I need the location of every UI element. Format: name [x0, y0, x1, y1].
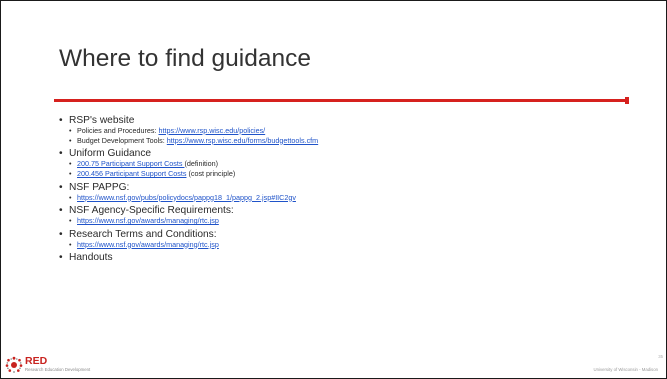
sub-bullet-item: Budget Development Tools: https://www.rs…	[59, 136, 629, 146]
sub-bullet-item: https://www.nsf.gov/awards/managing/rtc.…	[59, 216, 629, 226]
sub-bullet-label: Budget Development Tools:	[77, 135, 167, 145]
sub-bullet-note: (cost principle)	[186, 169, 236, 178]
sub-bullet-item: 200.75 Participant Support Costs (defini…	[59, 159, 629, 169]
bullet-text: Uniform Guidance	[69, 148, 152, 159]
title-divider-end-cap	[625, 97, 629, 104]
bullet-item: RSP's website	[59, 115, 629, 126]
bullet-text: Research Terms and Conditions:	[69, 228, 217, 240]
bullet-text: Handouts	[69, 252, 113, 263]
footer-institution: University of Wisconsin - Madison	[593, 367, 658, 372]
bullet-item: Handouts	[59, 252, 629, 263]
red-starburst-logo-icon	[5, 356, 23, 373]
sub-bullet-item: https://www.nsf.gov/awards/managing/rtc.…	[59, 240, 629, 250]
guidance-link[interactable]: https://www.rsp.wisc.edu/forms/budgettoo…	[167, 136, 318, 145]
title-divider	[54, 99, 629, 102]
guidance-link[interactable]: https://www.rsp.wisc.edu/policies/	[159, 126, 266, 135]
bullet-item: Uniform Guidance	[59, 148, 629, 159]
guidance-link[interactable]: https://www.nsf.gov/awards/managing/rtc.…	[77, 240, 219, 249]
slide-title: Where to find guidance	[59, 45, 311, 72]
page-number: 35	[658, 354, 663, 359]
guidance-link[interactable]: 200.75 Participant Support Costs	[77, 159, 184, 168]
sub-bullet-item: 200.456 Participant Support Costs (cost …	[59, 169, 629, 179]
logo-name: RED	[25, 354, 48, 367]
bullet-text: NSF PAPPG:	[69, 181, 130, 193]
bullet-text: RSP's website	[69, 114, 135, 126]
bullet-list: RSP's websitePolicies and Procedures: ht…	[59, 112, 629, 264]
guidance-link[interactable]: 200.456 Participant Support Costs	[77, 169, 186, 178]
sub-bullet-item: https://www.nsf.gov/pubs/policydocs/papp…	[59, 193, 629, 203]
bullet-item: NSF PAPPG:	[59, 182, 629, 193]
bullet-item: Research Terms and Conditions:	[59, 229, 629, 240]
guidance-link[interactable]: https://www.nsf.gov/pubs/policydocs/papp…	[77, 193, 296, 202]
sub-bullet-label: Policies and Procedures:	[77, 125, 159, 135]
red-logo: RED Research Education Development	[4, 354, 91, 374]
slide: Where to find guidance RSP's websitePoli…	[0, 0, 667, 379]
bullet-text: NSF Agency-Specific Requirements:	[69, 205, 234, 216]
sub-bullet-item: Policies and Procedures: https://www.rsp…	[59, 126, 629, 136]
guidance-link[interactable]: https://www.nsf.gov/awards/managing/rtc.…	[77, 216, 219, 225]
sub-bullet-note: (definition)	[184, 159, 219, 168]
bullet-item: NSF Agency-Specific Requirements:	[59, 205, 629, 216]
logo-subtitle: Research Education Development	[25, 366, 91, 372]
